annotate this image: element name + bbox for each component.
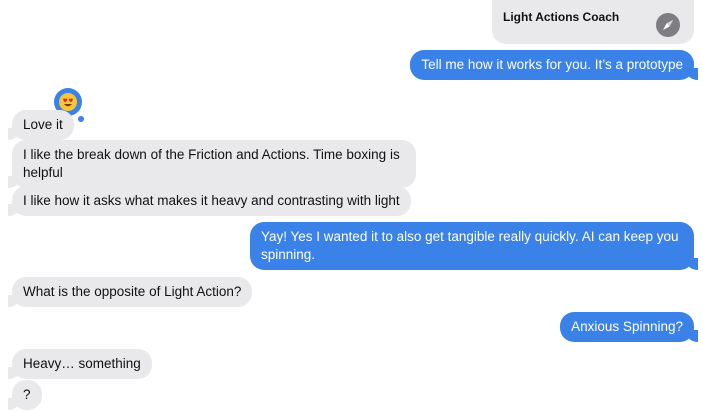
message-text: What is the opposite of Light Action?	[23, 284, 242, 299]
message-text: ?	[23, 387, 31, 402]
message-outgoing[interactable]: Tell me how it works for you. It’s a pro…	[410, 50, 698, 80]
message-text: Anxious Spinning?	[571, 319, 683, 334]
message-incoming[interactable]: I like how it asks what makes it heavy a…	[8, 186, 411, 216]
message-incoming[interactable]: Love it	[8, 110, 74, 140]
compass-icon	[656, 13, 680, 37]
heart-eyes-emoji-icon	[59, 93, 77, 111]
message-text: Heavy… something	[23, 356, 141, 371]
message-incoming[interactable]: Heavy… something	[8, 349, 152, 379]
message-text: Love it	[23, 117, 63, 132]
message-text: I like the break down of the Friction an…	[23, 147, 400, 180]
message-incoming[interactable]: What is the opposite of Light Action?	[7, 277, 253, 307]
message-incoming[interactable]: I like the break down of the Friction an…	[8, 140, 416, 188]
message-incoming[interactable]: ?	[8, 380, 42, 410]
message-text: I like how it asks what makes it heavy a…	[23, 193, 400, 208]
message-outgoing[interactable]: Yay! Yes I wanted it to also get tangibl…	[250, 222, 698, 270]
message-text: Yay! Yes I wanted it to also get tangibl…	[261, 229, 679, 262]
message-outgoing[interactable]: Anxious Spinning?	[560, 312, 698, 342]
link-preview-card[interactable]: Light Actions Coach	[492, 0, 694, 44]
message-text: Tell me how it works for you. It’s a pro…	[421, 57, 683, 72]
link-preview-title: Light Actions Coach	[503, 10, 620, 24]
